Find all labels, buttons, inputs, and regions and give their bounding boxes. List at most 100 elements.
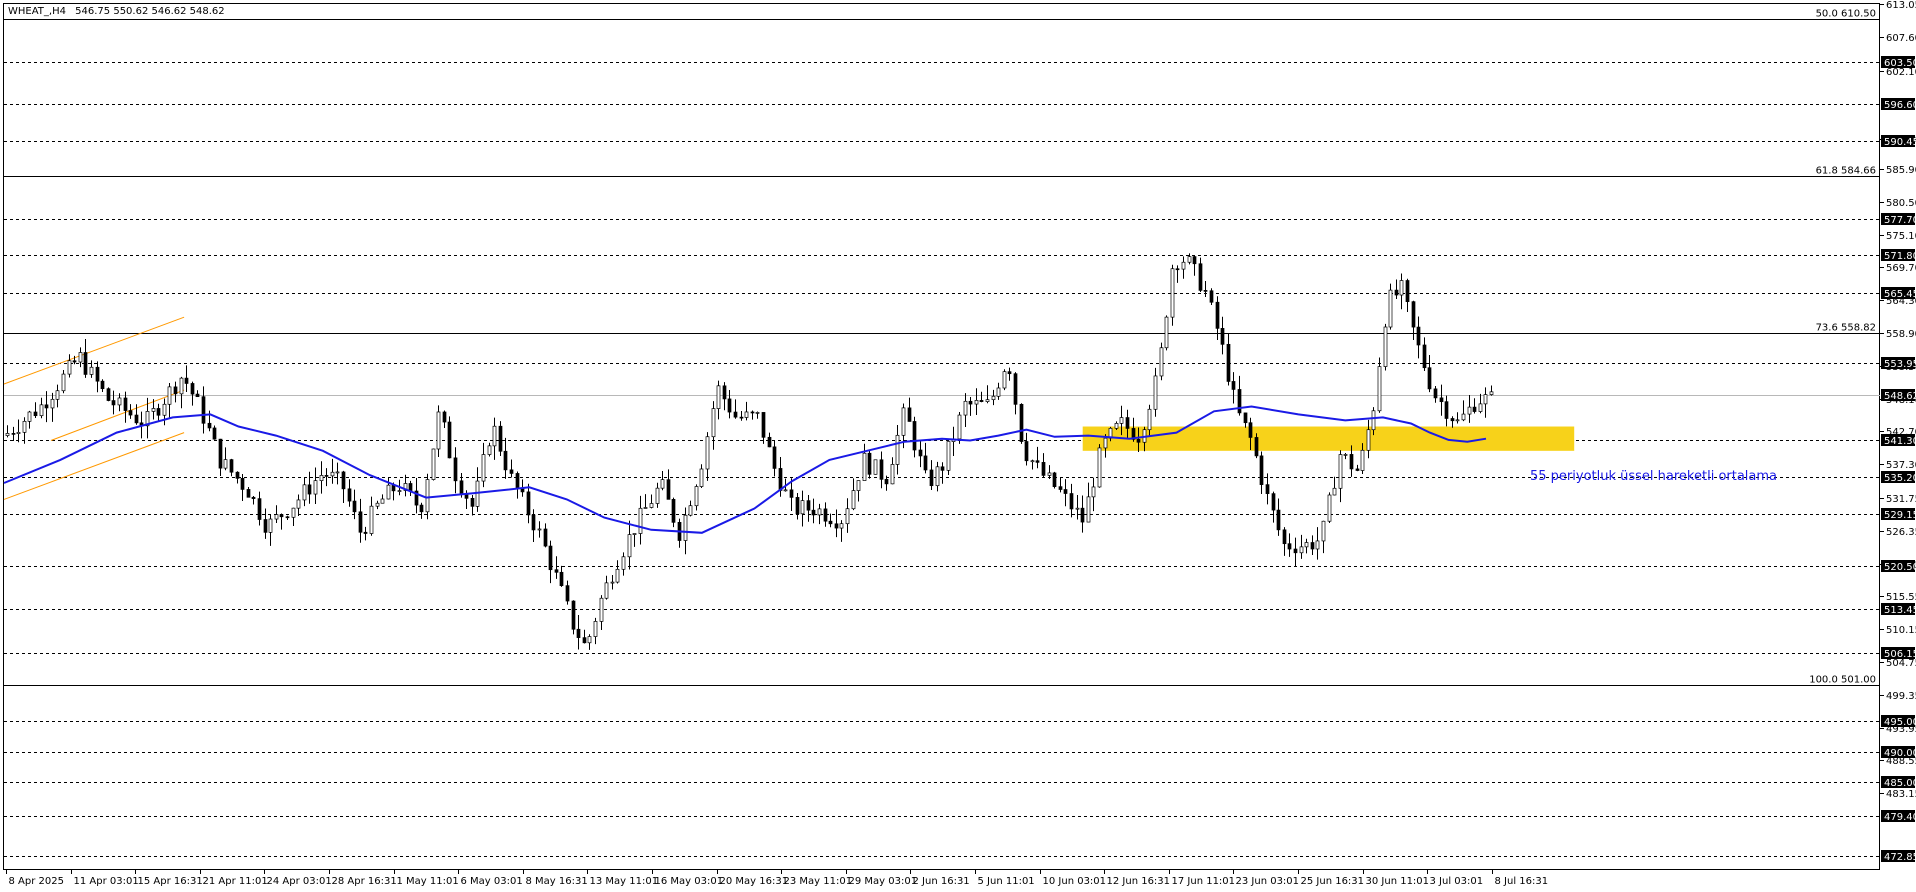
candle-body xyxy=(761,412,766,438)
level-badge: 596.60 xyxy=(1884,100,1916,111)
candle-body xyxy=(940,466,945,471)
candle-body xyxy=(319,475,324,482)
level-badge: 565.45 xyxy=(1884,289,1916,300)
candle-body xyxy=(733,411,738,418)
candle-body xyxy=(1215,301,1220,329)
candle-body xyxy=(828,520,833,525)
candle-body xyxy=(39,404,44,417)
candle-body xyxy=(1411,301,1416,328)
candle-body xyxy=(593,621,598,637)
candle-body xyxy=(380,498,385,504)
candle-body xyxy=(263,519,268,533)
candle-body xyxy=(1315,540,1320,550)
candle-body xyxy=(800,500,805,515)
price-chart[interactable]: 50.0 610.50 61.8 584.66 73.6 558.82 100.0 5… xyxy=(0,0,1916,888)
candle-body xyxy=(895,434,900,465)
y-tick-label: 537.30 xyxy=(1886,460,1916,471)
candle-body xyxy=(246,489,251,498)
x-tick-label: 15 Apr 16:31 xyxy=(138,876,203,887)
candle-body xyxy=(890,464,895,485)
candle-body xyxy=(162,403,167,416)
candle-body xyxy=(1187,256,1192,263)
candle-body xyxy=(386,484,391,500)
candle-body xyxy=(436,411,441,450)
level-badge: 577.70 xyxy=(1884,215,1916,226)
candle-body xyxy=(470,497,475,507)
candle-body xyxy=(1035,460,1040,463)
candle-body xyxy=(274,514,279,520)
candle-body xyxy=(1377,366,1382,412)
candle-body xyxy=(1231,381,1236,390)
candle-body xyxy=(207,422,212,429)
candle-body xyxy=(1058,486,1063,490)
candle-body xyxy=(1075,507,1080,510)
candle-body xyxy=(699,468,704,487)
candle-body xyxy=(1483,394,1488,405)
candle-body xyxy=(1220,328,1225,345)
candle-body xyxy=(447,421,452,459)
candle-body xyxy=(1114,423,1119,429)
candle-body xyxy=(134,414,139,424)
candle-body xyxy=(996,387,1001,397)
level-badge: 541.30 xyxy=(1884,436,1916,447)
candle-body xyxy=(1489,391,1494,395)
candle-body xyxy=(1136,439,1141,443)
candle-body xyxy=(1349,454,1354,470)
candle-body xyxy=(638,507,643,534)
candle-body xyxy=(806,500,811,511)
y-tick-label: 569.70 xyxy=(1886,263,1916,274)
candle-body xyxy=(666,479,671,500)
level-badge: 571.80 xyxy=(1884,251,1916,262)
y-tick-label: 575.10 xyxy=(1886,231,1916,242)
ema-annotation: 55 periyotluk üssel hareketli ortalama xyxy=(1530,469,1777,484)
candle-body xyxy=(1030,460,1035,463)
x-tick-label: 21 Apr 11:01 xyxy=(203,876,268,887)
candle-body xyxy=(285,516,290,519)
candle-body xyxy=(235,471,240,479)
candle-body xyxy=(173,386,178,395)
candle-body xyxy=(610,581,615,584)
candle-body xyxy=(1444,401,1449,419)
candle-body xyxy=(167,386,172,405)
candle-body xyxy=(1086,496,1091,523)
ohlc-values: 546.75 550.62 546.62 548.62 xyxy=(75,6,225,17)
candle-body xyxy=(599,597,604,622)
candle-body xyxy=(195,393,200,398)
y-tick-label: 558.90 xyxy=(1886,329,1916,340)
candle-body xyxy=(923,455,928,471)
candle-body xyxy=(576,628,581,638)
candle-body xyxy=(123,397,128,411)
candle-body xyxy=(1175,268,1180,271)
candle-body xyxy=(55,390,60,400)
y-tick-label: 483.15 xyxy=(1886,789,1916,800)
candle-body xyxy=(1478,403,1483,412)
x-tick-label: 20 May 16:31 xyxy=(720,876,789,887)
candle-body xyxy=(851,490,856,510)
candle-body xyxy=(783,489,788,492)
candle-body xyxy=(778,468,783,491)
candle-body xyxy=(1271,493,1276,511)
candle-body xyxy=(106,388,111,401)
x-tick-label: 8 Apr 2025 xyxy=(9,876,64,887)
candle-body xyxy=(1416,326,1421,346)
candle-body xyxy=(1388,289,1393,328)
symbol-label: WHEAT_,H4 xyxy=(8,6,66,17)
y-tick-label: 585.90 xyxy=(1886,165,1916,176)
candle-body xyxy=(845,508,850,525)
candle-body xyxy=(1164,316,1169,349)
candle-body xyxy=(1091,486,1096,498)
candle-body xyxy=(1394,289,1399,296)
candle-body xyxy=(498,425,503,452)
candle-body xyxy=(1019,403,1024,442)
candle-body xyxy=(1192,256,1197,265)
x-tick-label: 12 Jun 16:31 xyxy=(1107,876,1171,887)
candle-body xyxy=(375,502,380,507)
candle-body xyxy=(358,511,363,533)
candle-body xyxy=(201,396,206,424)
fib-label: 100.0 501.00 xyxy=(1809,675,1876,686)
candle-body xyxy=(515,473,520,489)
candle-body xyxy=(907,407,912,422)
x-tick-label: 30 Jun 11:01 xyxy=(1366,876,1430,887)
y-tick-label: 580.50 xyxy=(1886,198,1916,209)
candle-body xyxy=(22,420,27,433)
